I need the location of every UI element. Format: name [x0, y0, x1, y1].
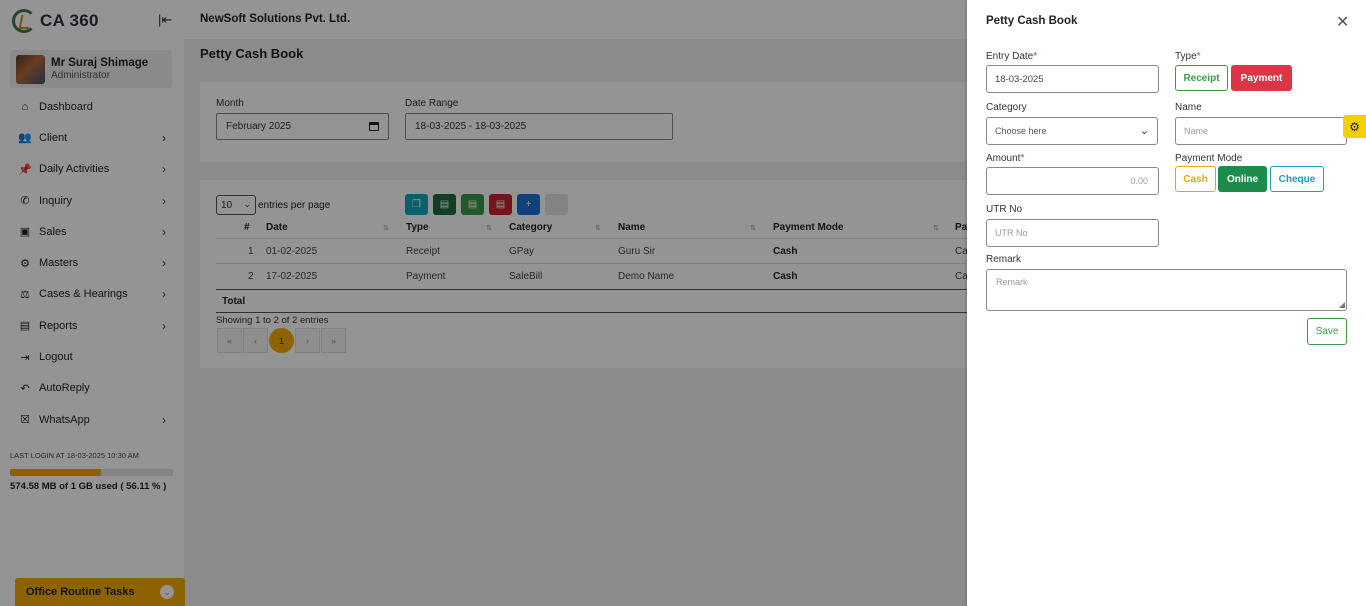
payment-mode-cheque-label: Cheque: [1278, 173, 1316, 185]
name-label: Name: [1175, 102, 1202, 113]
resize-handle-icon[interactable]: ◢: [1339, 301, 1345, 309]
type-payment-label: Payment: [1240, 72, 1283, 84]
remark-placeholder: Remark: [996, 277, 1028, 287]
category-select[interactable]: Choose here ⌄: [986, 117, 1158, 145]
payment-mode-label: Payment Mode: [1175, 153, 1243, 164]
chevron-down-icon: ⌄: [1139, 125, 1149, 137]
category-label: Category: [986, 102, 1027, 113]
payment-mode-online-button[interactable]: Online: [1218, 166, 1267, 192]
entry-date-input[interactable]: 18-03-2025: [986, 65, 1159, 93]
name-placeholder: Name: [1184, 126, 1209, 136]
type-label: Type*: [1175, 51, 1201, 62]
entry-date-label: Entry Date*: [986, 51, 1038, 62]
category-placeholder: Choose here: [995, 126, 1047, 136]
remark-label: Remark: [986, 254, 1022, 265]
payment-mode-cheque-button[interactable]: Cheque: [1270, 166, 1324, 192]
payment-mode-cash-button[interactable]: Cash: [1175, 166, 1216, 192]
remark-textarea[interactable]: Remark ◢: [986, 269, 1347, 311]
drawer-title: Petty Cash Book: [986, 15, 1078, 27]
settings-gear-icon[interactable]: ⚙: [1343, 115, 1366, 138]
save-button[interactable]: Save: [1307, 318, 1347, 345]
save-label: Save: [1315, 326, 1339, 337]
petty-cash-drawer: Petty Cash Book ✕ Entry Date* 18-03-2025…: [967, 0, 1366, 606]
type-receipt-button[interactable]: Receipt: [1175, 65, 1228, 91]
payment-mode-cash-label: Cash: [1183, 173, 1208, 185]
amount-label: Amount*: [986, 153, 1025, 164]
payment-mode-online-label: Online: [1226, 173, 1259, 185]
amount-placeholder: 0.00: [1130, 176, 1148, 186]
entry-date-value: 18-03-2025: [995, 73, 1044, 85]
name-input[interactable]: Name: [1175, 117, 1347, 145]
close-icon[interactable]: ✕: [1336, 12, 1349, 32]
utr-input[interactable]: UTR No: [986, 219, 1159, 247]
amount-input[interactable]: 0.00: [986, 167, 1159, 195]
modal-backdrop[interactable]: [0, 0, 967, 606]
utr-label: UTR No: [986, 204, 1023, 215]
type-receipt-label: Receipt: [1183, 72, 1220, 84]
type-payment-button[interactable]: Payment: [1231, 65, 1292, 91]
utr-placeholder: UTR No: [995, 228, 1028, 238]
